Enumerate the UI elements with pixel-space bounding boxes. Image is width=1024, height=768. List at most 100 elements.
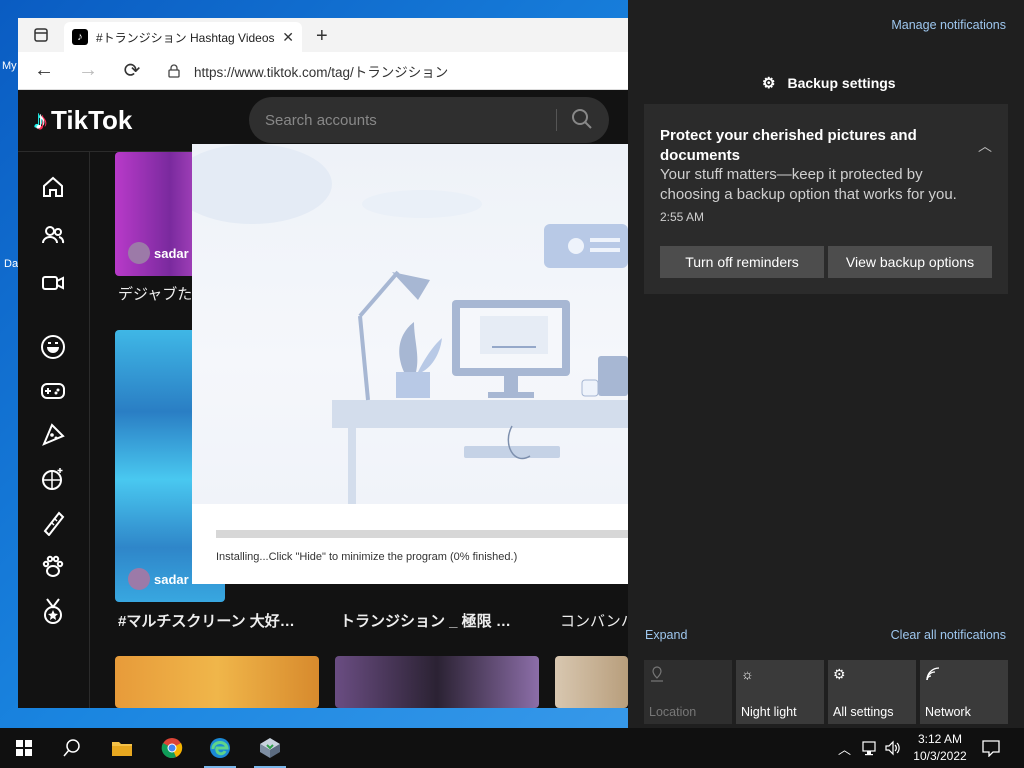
search-button[interactable]: [48, 728, 96, 768]
turn-off-reminders-button[interactable]: Turn off reminders: [660, 246, 824, 278]
username-text: sadar: [154, 571, 189, 587]
video-thumbnail[interactable]: [555, 656, 628, 708]
avatar: [128, 242, 150, 264]
tiktok-logo[interactable]: ♪ TikTok: [34, 105, 132, 136]
desktop-icon-label[interactable]: Da: [4, 258, 18, 270]
search-icon[interactable]: [571, 108, 593, 130]
video-caption[interactable]: コンバンハ: [560, 610, 628, 631]
night-light-icon: ☼: [741, 666, 754, 682]
food-icon[interactable]: [38, 420, 68, 450]
desktop-icon-label[interactable]: My: [2, 60, 17, 72]
start-button[interactable]: [0, 728, 48, 768]
quick-action-night-light[interactable]: ☼ Night light: [736, 660, 824, 724]
gear-icon: ⚙: [762, 75, 776, 92]
show-hidden-icons-button[interactable]: ︿: [838, 728, 851, 768]
dance-icon[interactable]: [38, 464, 68, 494]
folder-icon: [112, 742, 132, 756]
comedy-icon[interactable]: [38, 332, 68, 362]
chevron-up-icon[interactable]: ︿: [978, 136, 992, 156]
search-divider: [556, 109, 557, 131]
quick-action-label: Network: [925, 705, 971, 719]
notification-icon: [982, 740, 1000, 757]
refresh-button[interactable]: ⟳: [116, 55, 148, 87]
search-icon: [63, 739, 80, 757]
beauty-icon[interactable]: [38, 508, 68, 538]
tiktok-note-icon: ♪: [34, 105, 47, 135]
animals-icon[interactable]: [38, 552, 68, 582]
tab-actions-button[interactable]: [28, 22, 54, 48]
search-input[interactable]: Search accounts: [249, 97, 609, 143]
chrome-button[interactable]: [148, 728, 196, 768]
edge-button[interactable]: [196, 728, 244, 768]
username-text: sadar: [154, 245, 189, 261]
view-backup-options-button[interactable]: View backup options: [828, 246, 992, 278]
network-tray-button[interactable]: [862, 728, 880, 768]
quick-action-network[interactable]: Network: [920, 660, 1008, 724]
action-center: Manage notifications ⚙ Backup settings P…: [628, 0, 1024, 728]
video-caption[interactable]: #マルチスクリーン 大好…: [118, 610, 295, 631]
live-icon[interactable]: [38, 268, 68, 298]
tiktok-favicon-icon: ♪: [72, 29, 88, 45]
clock-date: 10/3/2022: [913, 749, 967, 763]
installer-icon: [260, 738, 280, 758]
clock-time: 3:12 AM: [917, 732, 963, 746]
taskbar: ︿ 3:12 AM 10/3/2022: [0, 728, 1024, 768]
search-placeholder: Search accounts: [265, 111, 377, 129]
file-explorer-button[interactable]: [98, 728, 146, 768]
lock-icon: [168, 63, 180, 78]
taskbar-clock[interactable]: 3:12 AM 10/3/2022: [904, 731, 976, 765]
edge-icon: [210, 738, 230, 758]
quick-action-label: All settings: [833, 705, 894, 719]
video-username[interactable]: sadar: [128, 568, 189, 590]
expand-link[interactable]: Expand: [645, 628, 687, 642]
gaming-icon[interactable]: [38, 376, 68, 406]
back-button[interactable]: ←: [28, 55, 60, 87]
install-status-text: Installing...Click "Hide" to minimize th…: [216, 551, 518, 563]
action-center-button[interactable]: [982, 728, 1000, 768]
quick-action-all-settings[interactable]: ⚙ All settings: [828, 660, 916, 724]
tab-bar: ♪ #トランジション Hashtag Videos on ✕ +: [18, 18, 628, 52]
notification-title: Protect your cherished pictures and docu…: [660, 127, 917, 164]
browser-tab[interactable]: ♪ #トランジション Hashtag Videos on ✕: [64, 22, 302, 52]
chrome-icon: [161, 738, 183, 758]
url-field[interactable]: https://www.tiktok.com/tag/トランジション: [168, 61, 448, 81]
desk-illustration: [192, 144, 628, 504]
clear-all-notifications-link[interactable]: Clear all notifications: [891, 628, 1006, 642]
gear-icon: ⚙: [833, 666, 846, 682]
notification-body: Your stuff matters—keep it protected by …: [660, 166, 957, 203]
notification-time: 2:55 AM: [660, 210, 705, 224]
windows-icon: [16, 740, 32, 756]
tab-title: #トランジション Hashtag Videos on: [96, 30, 277, 45]
url-text: https://www.tiktok.com/tag/トランジション: [194, 64, 449, 80]
quick-action-location[interactable]: Location: [644, 660, 732, 724]
avatar: [128, 568, 150, 590]
volume-tray-button[interactable]: [884, 728, 902, 768]
chevron-up-icon: ︿: [838, 741, 852, 757]
video-caption[interactable]: デジャブた: [118, 283, 192, 304]
video-thumbnail[interactable]: [115, 656, 319, 708]
network-wired-icon: [862, 741, 876, 756]
address-bar: ← → ⟳ https://www.tiktok.com/tag/トランジション: [18, 52, 628, 90]
forward-button[interactable]: →: [72, 55, 104, 87]
location-icon: [651, 666, 663, 682]
speaker-icon: [885, 740, 900, 756]
video-caption[interactable]: トランジション _ 極限 …: [340, 610, 511, 631]
notification-app-header[interactable]: ⚙ Backup settings: [762, 74, 896, 92]
network-icon: [926, 667, 940, 681]
quick-action-label: Night light: [741, 705, 797, 719]
installer-illustration: [192, 144, 628, 504]
new-tab-button[interactable]: +: [316, 25, 328, 48]
tab-close-icon[interactable]: ✕: [282, 29, 294, 46]
video-thumbnail[interactable]: [335, 656, 539, 708]
install-progress-bar: [216, 530, 628, 538]
sports-icon[interactable]: [38, 596, 68, 626]
notification-app-name: Backup settings: [787, 75, 896, 91]
home-icon[interactable]: [38, 172, 68, 202]
notification-card[interactable]: Protect your cherished pictures and docu…: [644, 104, 1008, 294]
video-username[interactable]: sadar: [128, 242, 189, 264]
following-icon[interactable]: [38, 220, 68, 250]
installer-window: Installing...Click "Hide" to minimize th…: [192, 144, 628, 584]
installer-taskbar-button[interactable]: [246, 728, 294, 768]
manage-notifications-link[interactable]: Manage notifications: [891, 18, 1006, 32]
tiktok-sidebar: [18, 152, 90, 708]
